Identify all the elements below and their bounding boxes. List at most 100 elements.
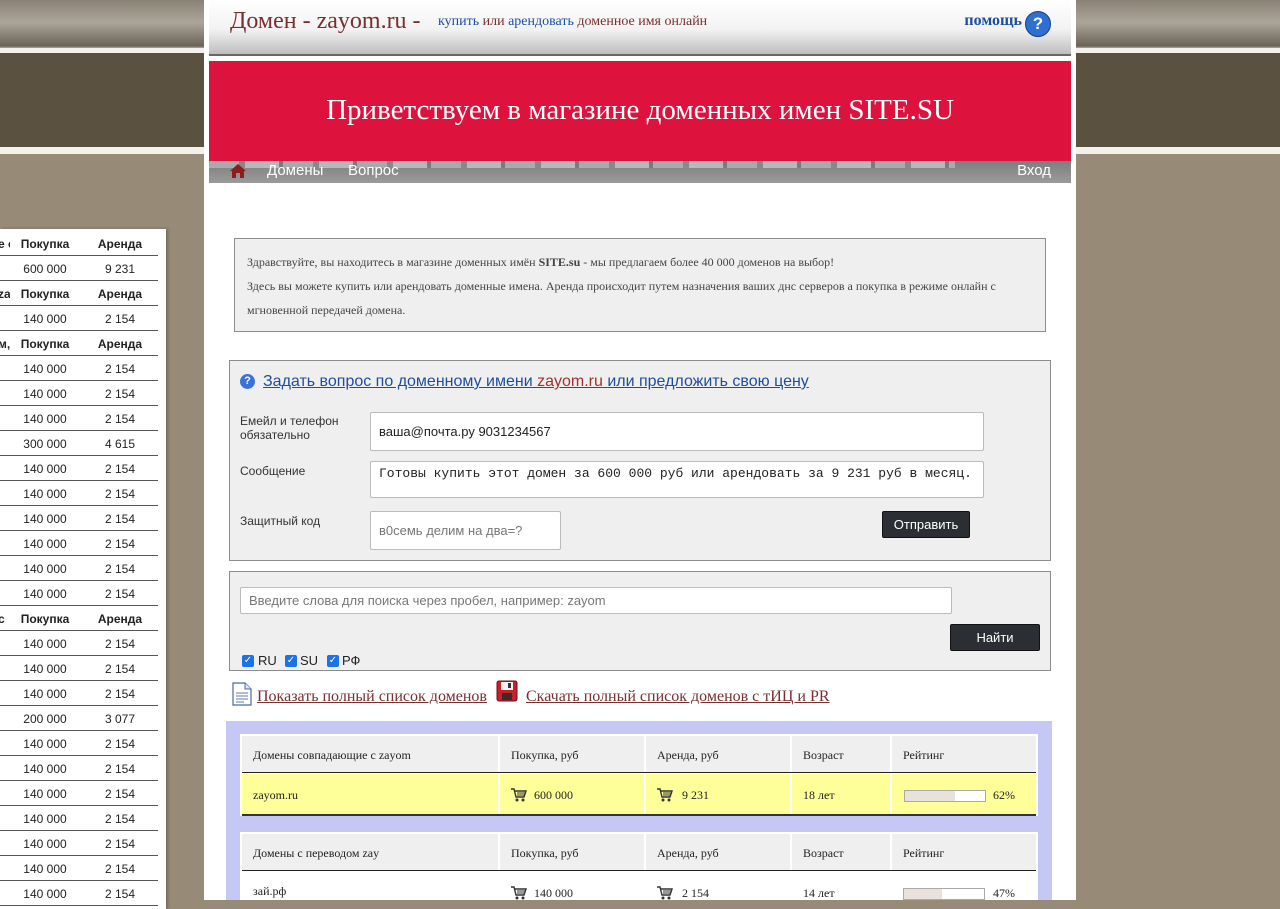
cart-icon[interactable] [657, 886, 673, 900]
left-table-cell: 140 000 [23, 862, 67, 876]
left-table-cell: Аренда [97, 237, 143, 251]
domain-name[interactable]: zayom.ru [253, 788, 298, 803]
left-table-cell: 140 000 [23, 562, 67, 576]
captcha-field[interactable]: в0семь делим на два=? [370, 511, 561, 550]
buy-link[interactable]: купить [438, 14, 479, 29]
nav-item-domains[interactable]: Домены [267, 162, 323, 179]
left-table-row[interactable]: 140 000 2 154 [0, 306, 158, 331]
search-button[interactable]: Найти [950, 624, 1040, 651]
rent-price: 2 154 [682, 886, 709, 900]
left-table-row[interactable]: 140 000 2 154 [0, 556, 158, 581]
download-list-link[interactable]: Скачать полный список доменов с тИЦ и PR [526, 688, 830, 706]
cart-icon[interactable] [511, 788, 527, 802]
left-table-cell: Покупка [20, 287, 70, 301]
left-table-cell: 2 154 [104, 487, 136, 501]
left-table-cell: 4 615 [104, 437, 136, 451]
help-link[interactable]: помощь? [964, 11, 1051, 37]
help-label: помощь [964, 12, 1022, 29]
email-field[interactable]: ваша@почта.ру 9031234567 [370, 412, 984, 451]
message-field[interactable]: Готовы купить этот домен за 600 000 руб … [370, 461, 984, 498]
left-table-cell: 140 000 [23, 412, 67, 426]
intro-line-2: Здесь вы можете купить или арендовать до… [247, 279, 996, 293]
left-table-row[interactable]: 140 000 2 154 [0, 856, 158, 881]
left-table-cell: 9 231 [104, 262, 136, 276]
left-table-row[interactable]: 140 000 2 154 [0, 581, 158, 606]
left-table-row[interactable]: 140 000 2 154 [0, 506, 158, 531]
question-mark-icon: ? [1025, 11, 1051, 37]
zone-checkbox-su[interactable]: ✓ [285, 655, 297, 667]
column-header: Покупка, руб [511, 846, 579, 860]
left-table-cell: 200 000 [23, 712, 67, 726]
left-table-row[interactable]: 140 000 2 154 [0, 406, 158, 431]
left-table-row[interactable]: 200 000 3 077 [0, 706, 158, 731]
cart-icon[interactable] [657, 788, 673, 802]
left-table-row[interactable]: 600 000 9 231 [0, 256, 158, 281]
left-table-row[interactable]: 140 000 2 154 [0, 756, 158, 781]
left-table-row[interactable]: 140 000 2 154 [0, 656, 158, 681]
full-list-link[interactable]: Показать полный список доменов [257, 688, 487, 706]
left-table-row[interactable]: 140 000 2 154 [0, 781, 158, 806]
domain-age: 14 лет [803, 886, 835, 900]
translated-domains-table: Домены с переводом zay Покупка, руб Арен… [240, 832, 1038, 900]
left-domain-table: е с Покупка Аренда 600 000 9 231 za Покупка Аре… [0, 229, 166, 909]
zone-checkbox-rf[interactable]: ✓ [327, 655, 339, 667]
left-table-row[interactable]: 140 000 2 154 [0, 356, 158, 381]
list-links: Показать полный список доменов Скачать п… [230, 680, 1060, 712]
left-table-cell: с [0, 612, 5, 626]
left-table-cell: 140 000 [23, 537, 67, 551]
rent-link[interactable]: арендовать [508, 14, 574, 29]
left-table-row[interactable]: 140 000 2 154 [0, 631, 158, 656]
left-table-cell: м, [0, 337, 10, 351]
search-form: Введите слова для поиска через пробел, н… [229, 571, 1051, 671]
left-table-cell: 2 154 [104, 812, 136, 826]
intro-line-3: мгновенной передачей домена. [247, 303, 406, 317]
left-table-cell: 140 000 [23, 837, 67, 851]
column-header: Возраст [803, 748, 844, 762]
nav-bar: Домены Вопрос Вход [209, 161, 1071, 183]
left-table-cell: 2 154 [104, 762, 136, 776]
main-column: Домен - zayom.ru - купить или арендовать… [204, 0, 1076, 900]
left-table-cell: 140 000 [23, 462, 67, 476]
nav-item-question[interactable]: Вопрос [348, 162, 399, 179]
left-table-row[interactable]: 140 000 2 154 [0, 456, 158, 481]
cart-icon[interactable] [511, 886, 527, 900]
tagline-or: или [482, 14, 505, 29]
left-table-cell: Аренда [97, 287, 143, 301]
site-tagline: купить или арендовать доменное имя онлай… [438, 14, 707, 30]
table-row[interactable]: zayom.ru 600 000 9 231 18 лет 62% [242, 774, 1036, 816]
left-table-cell: Покупка [20, 237, 70, 251]
captcha-label: Защитный код [240, 514, 321, 528]
left-table-cell: 2 154 [104, 787, 136, 801]
left-table-row[interactable]: 140 000 2 154 [0, 531, 158, 556]
banner-text: Приветствуем в магазине доменных имен SI… [326, 94, 954, 126]
left-table-row[interactable]: 140 000 2 154 [0, 731, 158, 756]
left-table-cell: 140 000 [23, 662, 67, 676]
left-table-row[interactable]: 140 000 2 154 [0, 481, 158, 506]
column-header: Аренда, руб [657, 748, 719, 762]
search-input[interactable]: Введите слова для поиска через пробел, н… [240, 587, 952, 614]
left-table-row[interactable]: 140 000 2 154 [0, 881, 158, 906]
column-header: Возраст [803, 846, 844, 860]
results-area: Домены совпадающие с zayom Покупка, руб … [226, 721, 1052, 900]
login-link[interactable]: Вход [1017, 162, 1051, 179]
left-table-row[interactable]: 140 000 2 154 [0, 806, 158, 831]
left-table-cell: 600 000 [23, 262, 67, 276]
table-header: Домены совпадающие с zayom Покупка, руб … [242, 736, 1036, 773]
left-table-cell: 2 154 [104, 562, 136, 576]
submit-button[interactable]: Отправить [882, 511, 970, 538]
zone-checkbox-ru[interactable]: ✓ [242, 655, 254, 667]
column-header: Покупка, руб [511, 748, 579, 762]
rating-value: 62% [993, 788, 1015, 802]
ask-question-link[interactable]: Задать вопрос по доменному имени zayom.r… [263, 373, 809, 391]
left-table-cell: 140 000 [23, 387, 67, 401]
left-table-cell: 140 000 [23, 587, 67, 601]
left-table-row[interactable]: 300 000 4 615 [0, 431, 158, 456]
left-table-row[interactable]: 140 000 2 154 [0, 831, 158, 856]
left-table-row[interactable]: 140 000 2 154 [0, 681, 158, 706]
table-row[interactable]: зай.рф 140 000 2 154 14 лет 47% [242, 872, 1036, 900]
domain-name[interactable]: зай.рф [253, 884, 286, 899]
left-table-cell: 2 154 [104, 837, 136, 851]
left-table-row[interactable]: 140 000 2 154 [0, 381, 158, 406]
home-icon[interactable] [229, 163, 247, 179]
left-table-cell: 140 000 [23, 687, 67, 701]
